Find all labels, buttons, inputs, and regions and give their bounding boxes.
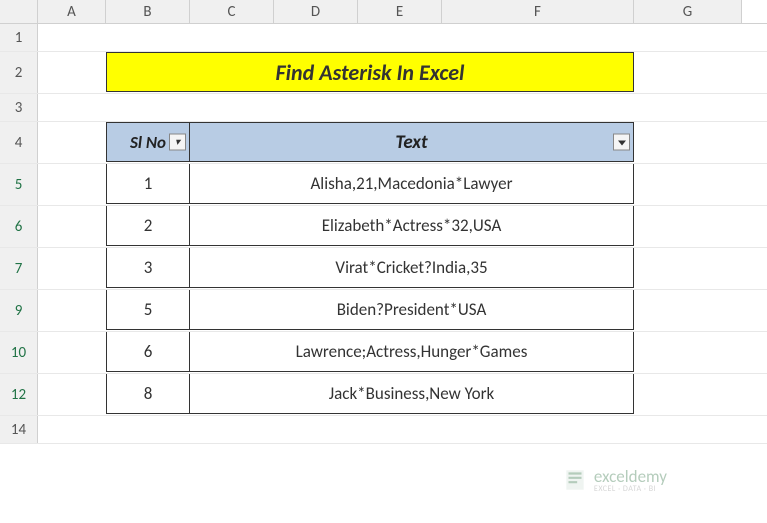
- cell-slno[interactable]: 3: [106, 248, 190, 288]
- table-row: 8 Jack*Business,New York: [106, 374, 634, 414]
- header-slno-label: Sl No: [130, 132, 166, 153]
- col-header-A[interactable]: A: [38, 0, 106, 23]
- row-header-10[interactable]: 10: [0, 332, 38, 373]
- row-1: 1: [0, 24, 767, 52]
- row-5: 5 1 Alisha,21,Macedonia*Lawyer: [0, 164, 767, 206]
- cell-slno[interactable]: 6: [106, 332, 190, 372]
- col-header-G[interactable]: G: [634, 0, 742, 23]
- row-header-1[interactable]: 1: [0, 24, 38, 51]
- title-cell[interactable]: Find Asterisk In Excel: [106, 52, 634, 92]
- row-6: 6 2 Elizabeth*Actress*32,USA: [0, 206, 767, 248]
- cell-text[interactable]: Lawrence;Actress,Hunger*Games: [190, 332, 634, 372]
- header-text-label: Text: [395, 131, 427, 154]
- select-all-corner[interactable]: [0, 0, 38, 23]
- cell-slno[interactable]: 1: [106, 164, 190, 204]
- row-12: 12 8 Jack*Business,New York: [0, 374, 767, 416]
- row-4: 4 Sl No ▾ Text: [0, 122, 767, 164]
- table-header-row: Sl No ▾ Text: [106, 122, 634, 162]
- row-header-3[interactable]: 3: [0, 94, 38, 121]
- cell-text[interactable]: Elizabeth*Actress*32,USA: [190, 206, 634, 246]
- row-3: 3: [0, 94, 767, 122]
- col-header-B[interactable]: B: [106, 0, 190, 23]
- row-2: 2 Find Asterisk In Excel: [0, 52, 767, 94]
- col-header-D[interactable]: D: [274, 0, 358, 23]
- cell-slno[interactable]: 5: [106, 290, 190, 330]
- cell-text[interactable]: Virat*Cricket?India,35: [190, 248, 634, 288]
- header-text[interactable]: Text: [190, 122, 634, 162]
- row-7: 7 3 Virat*Cricket?India,35: [0, 248, 767, 290]
- col-header-F[interactable]: F: [442, 0, 634, 23]
- filter-dropdown-icon[interactable]: ▾: [169, 134, 186, 151]
- column-headers: A B C D E F G: [0, 0, 767, 24]
- cell-text[interactable]: Alisha,21,Macedonia*Lawyer: [190, 164, 634, 204]
- exceldemy-logo-icon: [562, 467, 588, 493]
- watermark-sub: EXCEL · DATA · BI: [594, 485, 667, 493]
- table-row: 5 Biden?President*USA: [106, 290, 634, 330]
- col-header-E[interactable]: E: [358, 0, 442, 23]
- row-header-7[interactable]: 7: [0, 248, 38, 289]
- spreadsheet-grid: A B C D E F G 1 2 Find Asterisk In Excel…: [0, 0, 767, 444]
- row-header-5[interactable]: 5: [0, 164, 38, 205]
- table-row: 2 Elizabeth*Actress*32,USA: [106, 206, 634, 246]
- table-row: 6 Lawrence;Actress,Hunger*Games: [106, 332, 634, 372]
- header-slno[interactable]: Sl No ▾: [106, 122, 190, 162]
- table-row: 3 Virat*Cricket?India,35: [106, 248, 634, 288]
- cell-slno[interactable]: 8: [106, 374, 190, 414]
- watermark-main: exceldemy: [594, 468, 667, 485]
- row-header-2[interactable]: 2: [0, 52, 38, 93]
- row-header-12[interactable]: 12: [0, 374, 38, 415]
- cell-slno[interactable]: 2: [106, 206, 190, 246]
- row-10: 10 6 Lawrence;Actress,Hunger*Games: [0, 332, 767, 374]
- row-header-6[interactable]: 6: [0, 206, 38, 247]
- row-header-9[interactable]: 9: [0, 290, 38, 331]
- cell-text[interactable]: Jack*Business,New York: [190, 374, 634, 414]
- filter-active-icon[interactable]: [613, 134, 630, 151]
- row-9: 9 5 Biden?President*USA: [0, 290, 767, 332]
- cell-text[interactable]: Biden?President*USA: [190, 290, 634, 330]
- table-row: 1 Alisha,21,Macedonia*Lawyer: [106, 164, 634, 204]
- watermark: exceldemy EXCEL · DATA · BI: [562, 467, 667, 493]
- row-14: 14: [0, 416, 767, 444]
- col-header-C[interactable]: C: [190, 0, 274, 23]
- row-header-4[interactable]: 4: [0, 122, 38, 163]
- row-header-14[interactable]: 14: [0, 416, 38, 443]
